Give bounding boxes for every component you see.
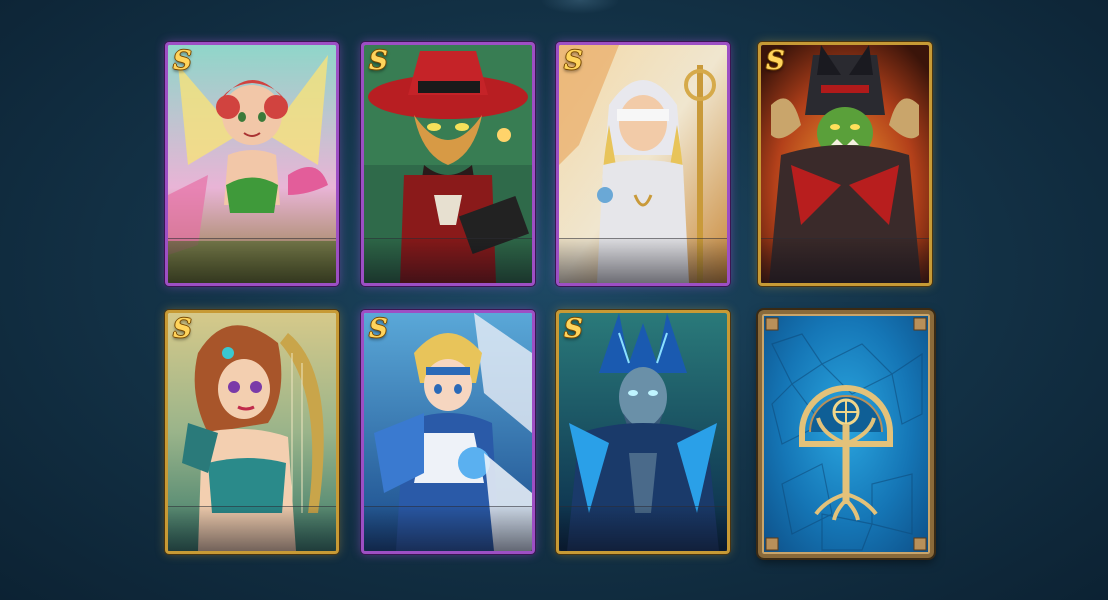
rank-badge: S <box>766 46 785 76</box>
rank-badge: S <box>369 46 388 76</box>
hero-card-priestess[interactable]: S <box>556 42 730 286</box>
hero-card-cat-gunslinger[interactable]: S <box>361 42 535 286</box>
tree-of-life-icon <box>765 317 927 551</box>
hero-card-fairy[interactable]: S <box>165 42 339 286</box>
card-name-band <box>168 238 336 283</box>
card-name-band <box>364 238 532 283</box>
hero-card-elf-harpist[interactable]: S <box>165 310 339 554</box>
card-name-band <box>559 506 727 551</box>
hero-card-grid: S S S S S S S <box>0 0 1108 600</box>
card-name-band <box>761 238 929 283</box>
card-name-band <box>559 238 727 283</box>
card-name-band <box>168 506 336 551</box>
rank-badge: S <box>564 46 583 76</box>
face-down-card[interactable] <box>758 310 934 558</box>
rank-badge: S <box>173 46 192 76</box>
hero-card-winged-knight[interactable]: S <box>361 310 535 554</box>
card-name-band <box>364 506 532 551</box>
rank-badge: S <box>369 314 388 344</box>
hero-card-orc-warlord[interactable]: S <box>758 42 932 286</box>
hero-card-frost-demon[interactable]: S <box>556 310 730 554</box>
rank-badge: S <box>173 314 192 344</box>
rank-badge: S <box>564 314 583 344</box>
